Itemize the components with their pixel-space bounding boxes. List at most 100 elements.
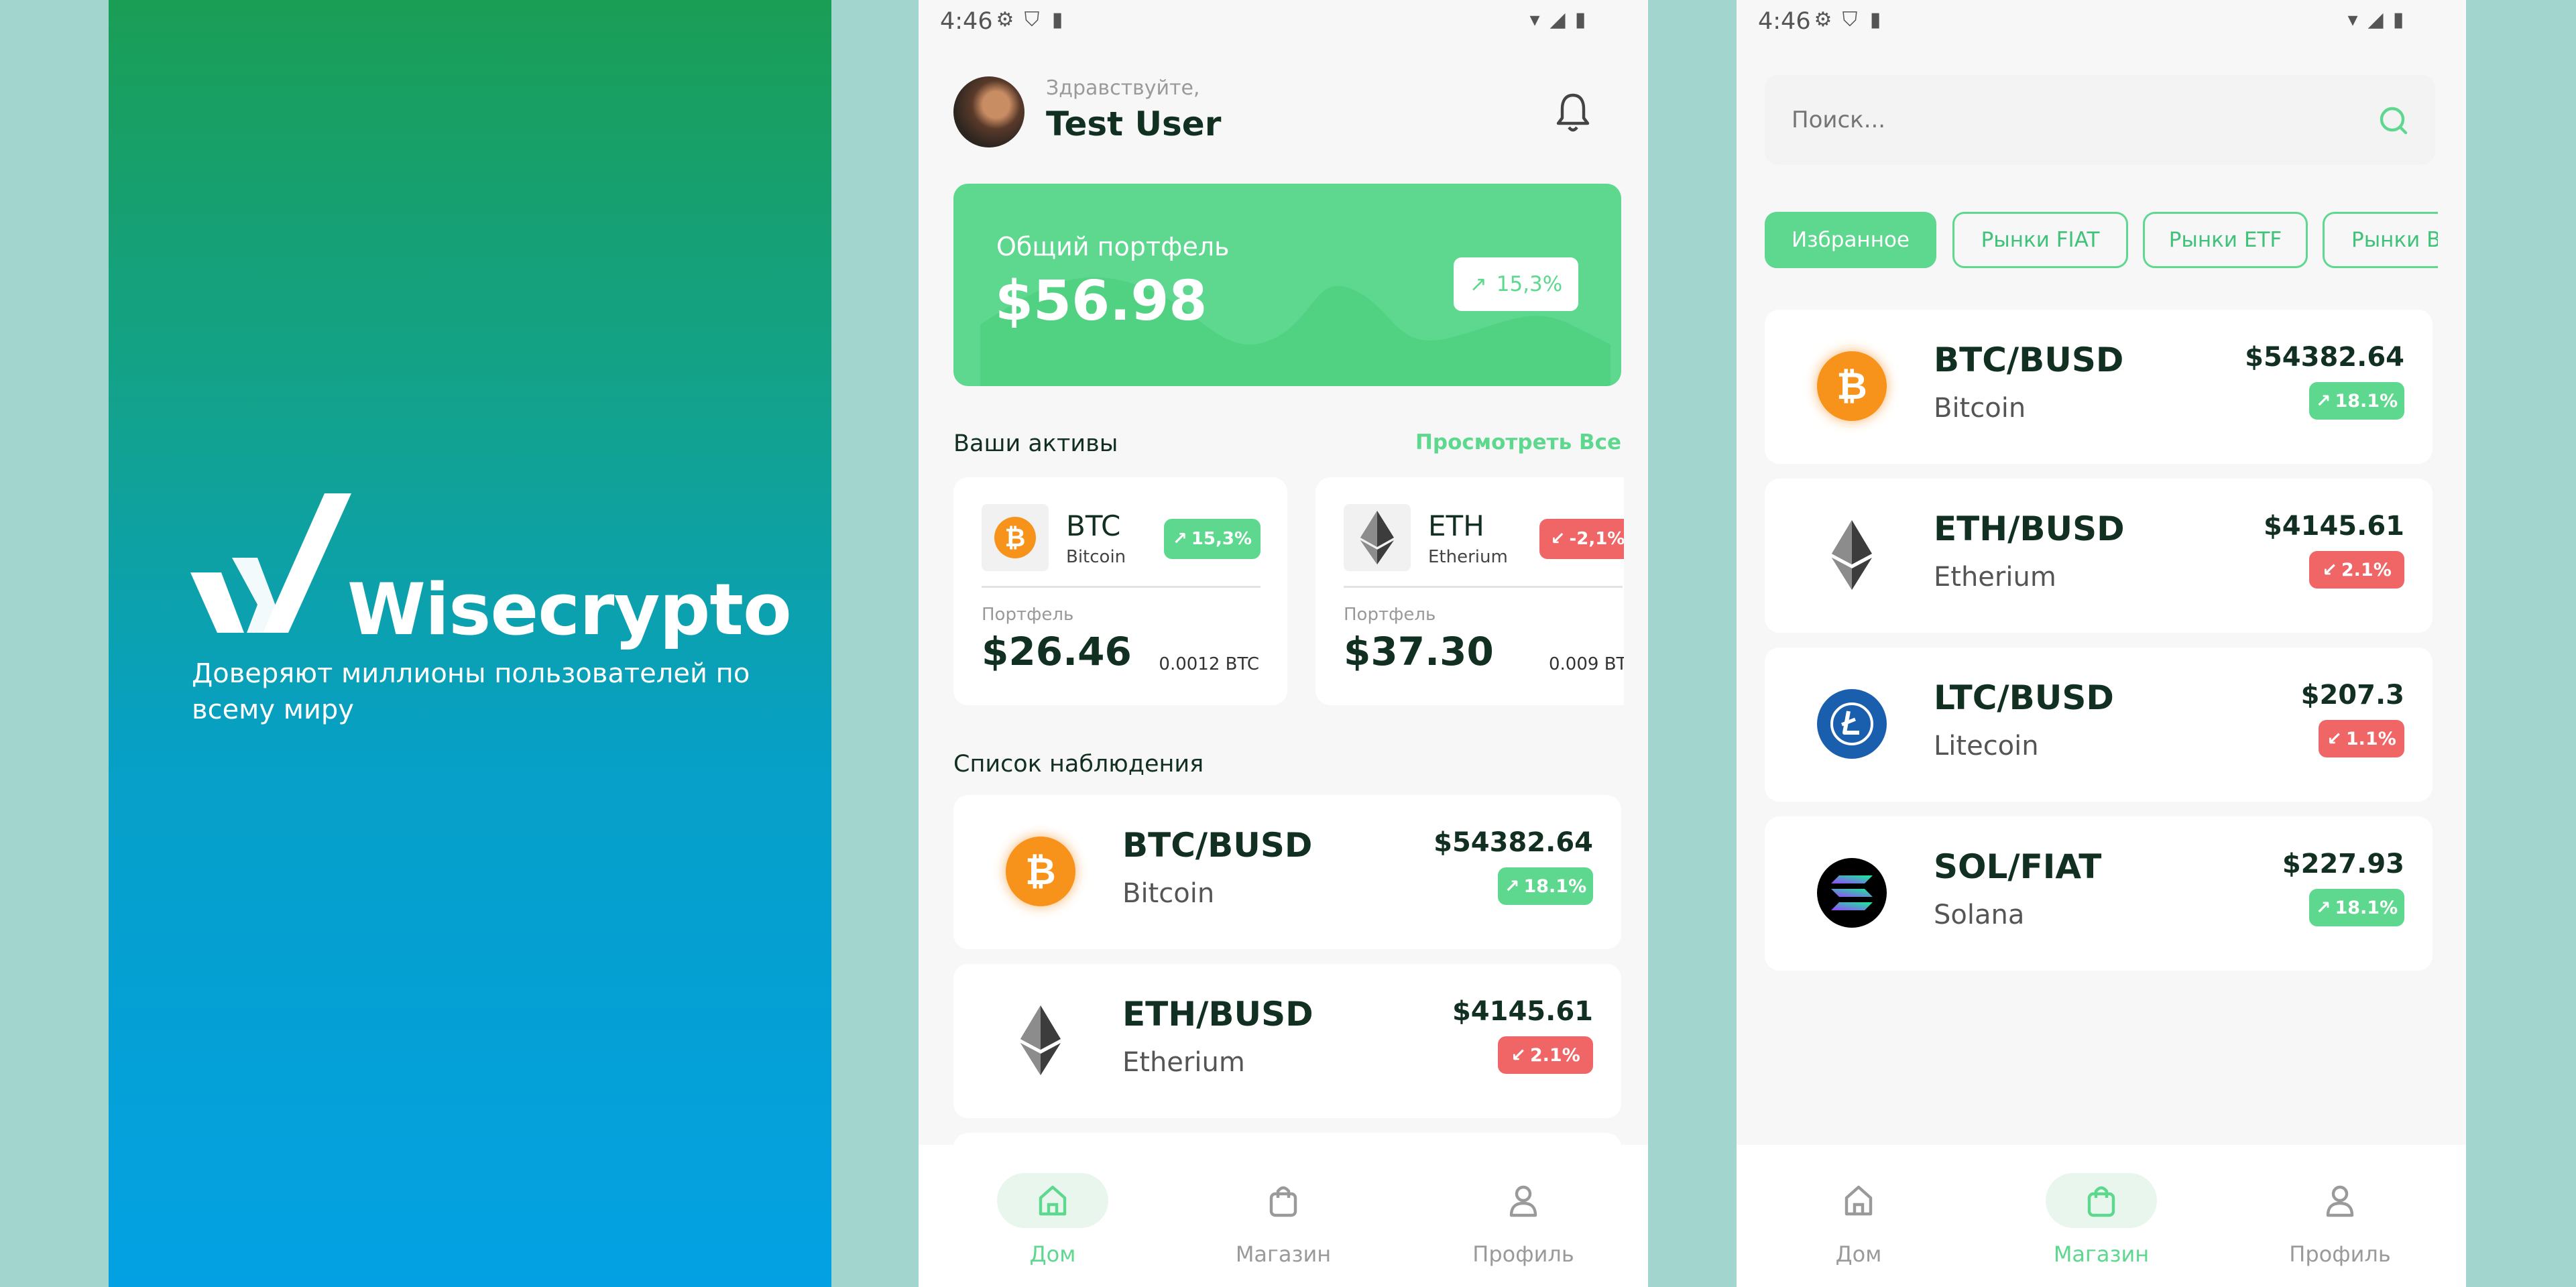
nav-home[interactable]: Дом	[972, 1173, 1133, 1267]
portfolio-title: Общий портфель	[996, 232, 1230, 261]
chip-fiat[interactable]: Рынки FIAT	[1952, 212, 2128, 268]
market-row[interactable]: ₿ BTC/BUSD Bitcoin $54382.64 ↗ 18.1%	[1765, 310, 2433, 464]
portfolio-value: $56.98	[995, 269, 1208, 333]
nav-profile-label: Профиль	[1472, 1241, 1574, 1267]
market-row[interactable]: ETH/BUSD Etherium $4145.61 ↙ 2.1%	[1765, 479, 2433, 633]
signal-icon: ◢	[1549, 8, 1566, 32]
arrow-up-right-icon: ↗	[1504, 875, 1520, 897]
market-pair: BTC/BUSD	[1934, 341, 2124, 379]
market-coin-name: Etherium	[1934, 562, 2056, 593]
chip-favorites[interactable]: Избранное	[1765, 212, 1936, 268]
splash-tagline: Доверяют миллионы пользователей по всему…	[192, 658, 750, 725]
nav-market-label: Магазин	[2053, 1241, 2150, 1267]
watch-price: $54382.64	[1433, 827, 1593, 858]
nav-market[interactable]: Магазин	[2021, 1173, 2182, 1267]
asset-change-badge: ↙ -2,1%	[1539, 519, 1624, 559]
portfolio-change-badge: ↗ 15,3%	[1454, 257, 1578, 311]
home-icon	[997, 1173, 1108, 1228]
watch-coin-name: Bitcoin	[1122, 878, 1215, 909]
bottom-nav: Дом Магазин Профиль	[919, 1145, 1648, 1287]
market-price: $4145.61	[2263, 511, 2404, 542]
nav-profile-label: Профиль	[2289, 1241, 2391, 1267]
nav-profile[interactable]: Профиль	[2260, 1173, 2420, 1267]
asset-symbol: BTC	[1066, 509, 1121, 542]
nav-profile[interactable]: Профиль	[1443, 1173, 1604, 1267]
market-row[interactable]: SOL/FIAT Solana $227.93 ↗ 18.1%	[1765, 816, 2433, 971]
portfolio-change-value: 15,3%	[1496, 272, 1563, 296]
chip-etf[interactable]: Рынки ETF	[2143, 212, 2308, 268]
assets-carousel[interactable]: ₿ BTC Bitcoin ↗ 15,3% Портфель $26.46 0.…	[953, 477, 1624, 705]
ethereum-icon	[1020, 1005, 1061, 1075]
asset-card-btc[interactable]: ₿ BTC Bitcoin ↗ 15,3% Портфель $26.46 0.…	[953, 477, 1287, 705]
bell-icon[interactable]	[1553, 91, 1593, 135]
avatar[interactable]	[953, 76, 1024, 147]
watchlist-title: Список наблюдения	[953, 751, 1204, 778]
watchlist-row[interactable]: ETH/BUSD Etherium $4145.61 ↙ 2.1%	[953, 964, 1621, 1118]
litecoin-icon	[1817, 689, 1887, 759]
market-pair: SOL/FIAT	[1934, 847, 2102, 886]
bottom-nav: Дом Магазин Профиль	[1737, 1145, 2466, 1287]
market-change-badge: ↗ 18.1%	[2309, 889, 2404, 926]
arrow-up-right-icon: ↗	[2315, 390, 2331, 412]
home-screen: 4:46 ⚙ ⛉ ▮ ▾ ◢ ▮ Здравствуйте, Test User…	[919, 0, 1648, 1287]
watch-coin-name: Etherium	[1122, 1047, 1245, 1078]
asset-divider	[982, 586, 1261, 588]
market-pair: ETH/BUSD	[1934, 509, 2125, 548]
asset-change-badge: ↗ 15,3%	[1164, 519, 1261, 559]
bitcoin-icon: ₿	[982, 504, 1049, 571]
bitcoin-icon: ₿	[1817, 351, 1887, 421]
chip-busd[interactable]: Рынки BUSD	[2323, 212, 2438, 268]
asset-card-eth[interactable]: ETH Etherium ↙ -2,1% Портфель $37.30 0.0…	[1315, 477, 1624, 705]
watch-change-badge: ↙ 2.1%	[1498, 1036, 1593, 1074]
arrow-up-right-icon: ↗	[1173, 529, 1187, 549]
user-name: Test User	[1046, 105, 1222, 143]
battery-icon: ▮	[1574, 8, 1586, 32]
settings-icon: ⚙	[996, 8, 1014, 32]
arrow-down-left-icon: ↙	[1550, 529, 1566, 549]
asset-value: $37.30	[1344, 629, 1494, 674]
portfolio-card[interactable]: Общий портфель $56.98 ↗ 15,3%	[953, 184, 1621, 386]
market-row[interactable]: LTC/BUSD Litecoin $207.3 ↙ 1.1%	[1765, 648, 2433, 802]
asset-portfolio-label: Портфель	[982, 605, 1074, 625]
watch-pair: BTC/BUSD	[1122, 826, 1313, 865]
nav-home-label: Дом	[1835, 1241, 1882, 1267]
asset-amount: 0.009 BTC	[1549, 654, 1624, 674]
greeting-text: Здравствуйте,	[1046, 76, 1200, 100]
ethereum-icon	[1344, 504, 1411, 571]
nav-home[interactable]: Дом	[1778, 1173, 1939, 1267]
solana-icon	[1817, 858, 1887, 928]
arrow-up-right-icon: ↗	[1469, 272, 1487, 296]
watchlist-row[interactable]: ₿ BTC/BUSD Bitcoin $54382.64 ↗ 18.1%	[953, 795, 1621, 949]
market-price: $227.93	[2282, 849, 2404, 879]
assets-title: Ваши активы	[953, 430, 1118, 457]
wisecrypto-logo-icon	[190, 493, 351, 633]
market-price: $207.3	[2300, 680, 2404, 711]
market-screen: 4:46 ⚙ ⛉ ▮ ▾ ◢ ▮ Избранное Рынки FIAT Ры…	[1737, 0, 2466, 1287]
asset-amount: 0.0012 BTC	[1159, 654, 1259, 674]
arrow-down-left-icon: ↙	[2327, 728, 2342, 749]
asset-symbol: ETH	[1428, 509, 1484, 542]
asset-value: $26.46	[982, 629, 1132, 674]
market-price: $54382.64	[2245, 342, 2404, 373]
sd-card-icon: ▮	[1051, 8, 1063, 32]
arrow-down-left-icon: ↙	[2322, 559, 2337, 580]
arrow-down-left-icon: ↙	[1511, 1044, 1526, 1066]
market-pair: LTC/BUSD	[1934, 678, 2114, 717]
profile-icon	[1468, 1173, 1579, 1228]
splash-brand-name: Wisecrypto	[347, 568, 792, 651]
market-coin-name: Litecoin	[1934, 731, 2039, 761]
view-all-link[interactable]: Просмотреть Все	[1415, 430, 1621, 454]
wifi-icon: ▾	[1529, 8, 1540, 32]
profile-icon	[2284, 1173, 2396, 1228]
bitcoin-icon: ₿	[1006, 837, 1075, 906]
status-time: 4:46	[940, 8, 993, 35]
nav-market[interactable]: Магазин	[1203, 1173, 1364, 1267]
asset-name: Etherium	[1428, 547, 1508, 567]
asset-portfolio-label: Портфель	[1344, 605, 1436, 625]
filter-chips: Избранное Рынки FIAT Рынки ETF Рынки BUS…	[1765, 0, 2438, 282]
market-coin-name: Bitcoin	[1934, 393, 2026, 424]
market-change-badge: ↙ 2.1%	[2309, 551, 2404, 589]
watch-price: $4145.61	[1452, 996, 1593, 1027]
market-change-badge: ↗ 18.1%	[2309, 382, 2404, 420]
shield-icon: ⛉	[1024, 8, 1040, 32]
